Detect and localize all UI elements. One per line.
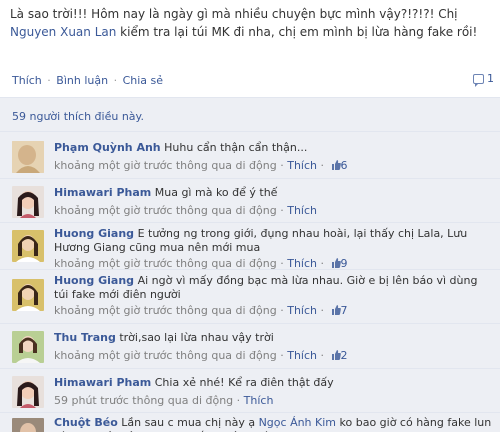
comment-action[interactable]: Bình luận (56, 74, 108, 87)
comment-body: Phạm Quỳnh Anh Huhu cẩn thận cẩn thận...… (54, 141, 494, 173)
separator: · (113, 74, 118, 87)
comment-like-button[interactable]: Thích (244, 394, 274, 407)
comment-body: Himawari Pham Chia xẻ nhé! Kể ra điên th… (54, 376, 494, 408)
like-count[interactable]: 9 (328, 257, 348, 270)
likes-summary[interactable]: 59 người thích điều này. (12, 110, 144, 123)
like-count[interactable]: 6 (328, 159, 348, 172)
comment-author[interactable]: Phạm Quỳnh Anh (54, 141, 161, 154)
comment-like-button[interactable]: Thích (287, 304, 317, 317)
comment-item: Himawari Pham Chia xẻ nhé! Kể ra điên th… (0, 369, 500, 413)
comment-time: khoảng một giờ trước thông qua di động (54, 257, 277, 270)
comment-time: khoảng một giờ trước thông qua di động (54, 159, 277, 172)
avatar[interactable] (12, 376, 44, 408)
thumbs-up-icon (331, 258, 341, 268)
comment-count-value: 1 (487, 72, 494, 85)
separator: · (47, 74, 51, 87)
like-count[interactable]: 7 (328, 304, 348, 317)
comment-text: Huhu cẩn thận cẩn thận... (164, 141, 308, 154)
comment-like-button[interactable]: Thích (287, 159, 317, 172)
mention-link[interactable]: Ngọc Ánh Kim (259, 416, 336, 429)
thumbs-up-icon (331, 305, 341, 315)
thumbs-up-icon (331, 160, 341, 170)
avatar[interactable] (12, 230, 44, 262)
mention-link[interactable]: Nguyen Xuan Lan (10, 25, 116, 39)
post-text: Là sao trời!!! Hôm nay là ngày gì mà nhi… (10, 5, 490, 41)
comment-meta: khoảng một giờ trước thông qua di động ·… (54, 257, 348, 270)
comment-author[interactable]: Himawari Pham (54, 376, 151, 389)
share-action[interactable]: Chia sẻ (123, 74, 163, 87)
comment-bubble-icon (473, 73, 484, 87)
post-text-start: Là sao trời!!! Hôm nay là ngày gì mà nhi… (10, 7, 458, 21)
comment-count[interactable]: 1 (473, 72, 494, 87)
comment-item: Himawari Pham Mua gì mà ko để ý thế khoả… (0, 179, 500, 223)
comment-text: trời,sao lại lừa nhau vậy trời (119, 331, 274, 344)
comment-author[interactable]: Huong Giang (54, 227, 134, 240)
comment-text: Mua gì mà ko để ý thế (154, 186, 278, 199)
feedback-section: 59 người thích điều này. Phạm Quỳnh Anh … (0, 97, 500, 432)
avatar[interactable] (12, 418, 44, 432)
comment-author[interactable]: Huong Giang (54, 274, 134, 287)
divider (0, 131, 500, 132)
comment-item: Thu Trang trời,sao lại lừa nhau vậy trời… (0, 324, 500, 369)
comment-body: Thu Trang trời,sao lại lừa nhau vậy trời… (54, 331, 494, 363)
avatar[interactable] (12, 141, 44, 173)
comment-body: Himawari Pham Mua gì mà ko để ý thế khoả… (54, 186, 494, 218)
like-count[interactable]: 2 (328, 349, 348, 362)
like-count-value: 6 (340, 159, 348, 172)
comment-author[interactable]: Chuột Béo (54, 416, 118, 429)
comment-body: Huong Giang Ai ngờ vì mấy đồng bạc mà lừ… (54, 274, 494, 318)
comment-body: Huong Giang E tưởng ng trong giới, đụng … (54, 227, 494, 271)
comment-meta: khoảng một giờ trước thông qua di động ·… (54, 204, 318, 217)
comment-time: khoảng một giờ trước thông qua di động (54, 204, 277, 217)
comment-item: Chuột Béo Lần sau c mua chị này ạ Ngọc Á… (0, 413, 500, 432)
comment-item: Huong Giang E tưởng ng trong giới, đụng … (0, 223, 500, 270)
comment-like-button[interactable]: Thích (287, 257, 317, 270)
comment-time: khoảng một giờ trước thông qua di động (54, 304, 277, 317)
like-action[interactable]: Thích (12, 74, 42, 87)
comment-body: Chuột Béo Lần sau c mua chị này ạ Ngọc Á… (54, 416, 494, 432)
avatar[interactable] (12, 279, 44, 311)
thumbs-up-icon (331, 350, 341, 360)
comment-time: khoảng một giờ trước thông qua di động (54, 349, 277, 362)
avatar[interactable] (12, 186, 44, 218)
comment-meta: 59 phút trước thông qua di động · Thích (54, 394, 274, 407)
post-actions: Thích · Bình luận · Chia sẻ (12, 74, 492, 90)
post-text-end: kiểm tra lại túi MK đi nha, chị em mình … (116, 25, 478, 39)
comment-item: Phạm Quỳnh Anh Huhu cẩn thận cẩn thận...… (0, 134, 500, 179)
comment-author[interactable]: Himawari Pham (54, 186, 151, 199)
comment-like-button[interactable]: Thích (287, 204, 317, 217)
comment-author[interactable]: Thu Trang (54, 331, 116, 344)
comment-text: Chia xẻ nhé! Kể ra điên thật đấy (154, 376, 334, 389)
comment-meta: khoảng một giờ trước thông qua di động ·… (54, 349, 348, 362)
comment-text-start: Lần sau c mua chị này ạ (121, 416, 259, 429)
like-count-value: 7 (340, 304, 348, 317)
avatar[interactable] (12, 331, 44, 363)
comment-meta: khoảng một giờ trước thông qua di động ·… (54, 304, 348, 317)
comment-like-button[interactable]: Thích (287, 349, 317, 362)
comment-time: 59 phút trước thông qua di động (54, 394, 234, 407)
like-count-value: 2 (340, 349, 348, 362)
comment-item: Huong Giang Ai ngờ vì mấy đồng bạc mà lừ… (0, 270, 500, 324)
like-count-value: 9 (340, 257, 348, 270)
comment-meta: khoảng một giờ trước thông qua di động ·… (54, 159, 348, 172)
